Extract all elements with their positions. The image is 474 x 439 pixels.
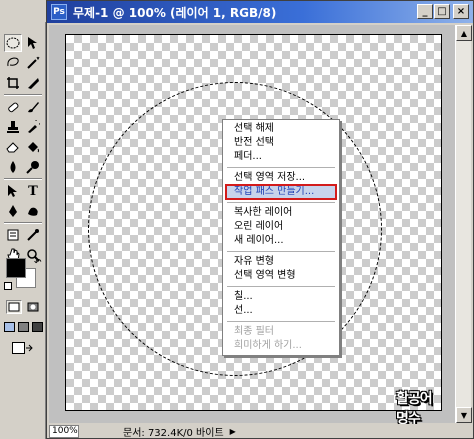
toolbox-divider [4, 178, 42, 180]
maximize-button[interactable]: □ [434, 4, 450, 19]
scroll-up-icon[interactable]: ▲ [456, 25, 472, 41]
zoom-field[interactable]: 100% [49, 424, 79, 438]
type-tool-icon[interactable]: T [24, 182, 42, 200]
status-bar: 100% 문서: 732.4K/0 바이트 ▶ [47, 424, 473, 439]
paint-bucket-icon[interactable] [24, 138, 42, 156]
document-window: Ps 무제-1 @ 100% (레이어 1, RGB/8) _ □ × 선택 해… [46, 0, 474, 439]
menu-item[interactable]: 선택 영역 저장... [223, 171, 339, 185]
menu-item: 희미하게 하기... [234, 340, 302, 351]
menu-item[interactable]: 칠... [223, 290, 339, 304]
menu-item: 최종 필터 [234, 326, 274, 337]
menu-separator [227, 321, 335, 322]
close-button[interactable]: × [453, 4, 469, 19]
menu-separator [227, 251, 335, 252]
quick-mask-mode-icon[interactable] [25, 300, 41, 314]
jump-to-imageready-icon[interactable] [6, 340, 40, 356]
toolbox-divider [4, 222, 42, 224]
vertical-scrollbar[interactable]: ▲ ▼ [455, 25, 472, 423]
standard-mode-icon[interactable] [6, 300, 22, 314]
menu-item[interactable]: 새 레이어... [223, 234, 339, 248]
menu-item[interactable]: 복사한 레이어 [223, 206, 339, 220]
menu-item[interactable]: 자유 변형 [223, 255, 339, 269]
menu-separator [227, 286, 335, 287]
lasso-tool-icon[interactable] [4, 54, 22, 72]
menu-item[interactable]: 페더... [223, 150, 339, 164]
menu-separator [227, 167, 335, 168]
toolbox-divider [4, 94, 42, 96]
minimize-button[interactable]: _ [417, 4, 433, 19]
photoshop-screen: T ↶ Ps 무제-1 @ 100% (레이어 1, RGB/8) _ □ × … [0, 0, 474, 439]
eraser-tool-icon[interactable] [4, 138, 22, 156]
foreground-color-swatch[interactable] [6, 258, 26, 278]
blur-tool-icon[interactable] [4, 158, 22, 176]
menu-separator [227, 202, 335, 203]
custom-shape-icon[interactable] [24, 202, 42, 220]
menu-item-highlighted[interactable]: 작업 패스 만들기... [225, 184, 337, 200]
menu-item[interactable]: 선택 해제 [223, 122, 339, 136]
toolbox: T ↶ [0, 22, 46, 439]
clone-stamp-icon[interactable] [4, 118, 22, 136]
magic-wand-tool-icon[interactable] [24, 54, 42, 72]
slice-tool-icon[interactable] [24, 74, 42, 92]
notes-tool-icon[interactable] [4, 226, 22, 244]
healing-brush-icon[interactable] [4, 98, 22, 116]
scroll-down-icon[interactable]: ▼ [456, 407, 472, 423]
window-title: 무제-1 @ 100% (레이어 1, RGB/8) [73, 5, 277, 20]
menu-item[interactable]: 선택 영역 변형 [223, 269, 339, 283]
marquee-tool-icon[interactable] [4, 34, 22, 52]
status-arrow-icon[interactable]: ▶ [230, 427, 236, 436]
document-icon: Ps [51, 4, 67, 20]
document-size-info: 문서: 732.4K/0 바이트 [123, 427, 224, 439]
swap-colors-icon[interactable]: ↶ [34, 258, 42, 268]
menu-item[interactable]: 오린 레이어 [223, 220, 339, 234]
eyedropper-icon[interactable] [24, 226, 42, 244]
move-tool-icon[interactable] [24, 34, 42, 52]
history-brush-icon[interactable] [24, 118, 42, 136]
canvas-area[interactable]: 선택 해제 반전 선택 페더... 선택 영역 저장... 작업 패스 만들기... 복사… [49, 25, 472, 427]
dodge-tool-icon[interactable] [24, 158, 42, 176]
menu-item[interactable]: 반전 선택 [223, 136, 339, 150]
menu-item[interactable]: 선... [223, 304, 339, 318]
context-menu: 선택 해제 반전 선택 페더... 선택 영역 저장... 작업 패스 만들기... 복사… [222, 119, 340, 356]
full-screen-menu-mode-icon[interactable] [17, 320, 30, 333]
brush-tool-icon[interactable] [24, 98, 42, 116]
crop-tool-icon[interactable] [4, 74, 22, 92]
standard-screen-mode-icon[interactable] [3, 320, 16, 333]
full-screen-mode-icon[interactable] [31, 320, 44, 333]
default-colors-icon[interactable] [4, 282, 12, 290]
pen-tool-icon[interactable] [4, 202, 22, 220]
watermark-text: 활공어 명수 [396, 391, 433, 427]
path-selection-icon[interactable] [4, 182, 22, 200]
title-bar[interactable]: Ps 무제-1 @ 100% (레이어 1, RGB/8) _ □ × [47, 1, 473, 23]
transparent-canvas[interactable]: 선택 해제 반전 선택 페더... 선택 영역 저장... 작업 패스 만들기... 복사… [65, 34, 442, 427]
